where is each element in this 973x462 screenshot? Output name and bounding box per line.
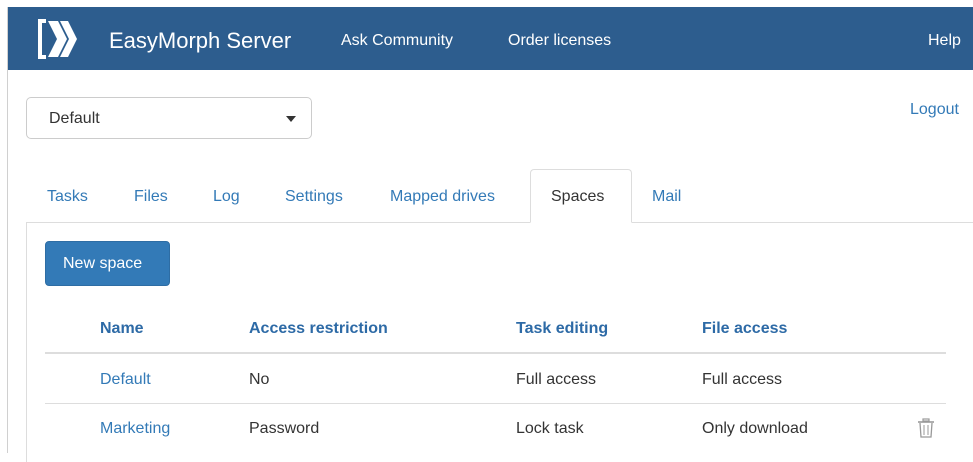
top-navbar: EasyMorph Server Ask Community Order lic…: [8, 7, 973, 70]
tab-spaces[interactable]: Spaces: [530, 169, 632, 223]
tab-mapped-drives[interactable]: Mapped drives: [390, 187, 495, 207]
table-row-divider: [45, 403, 946, 404]
table-row-default-task-editing: Full access: [516, 371, 597, 388]
table-row-default-name[interactable]: Default: [100, 370, 151, 390]
tab-log[interactable]: Log: [213, 187, 240, 207]
left-border: [7, 7, 8, 453]
chevron-down-icon: [286, 116, 296, 122]
new-space-button[interactable]: New space: [45, 241, 170, 286]
table-row-marketing-file-access: Only download: [702, 420, 808, 437]
table-header-divider: [45, 352, 946, 354]
nav-help[interactable]: Help: [928, 31, 961, 51]
tab-mail[interactable]: Mail: [652, 187, 681, 207]
tab-files[interactable]: Files: [134, 187, 168, 207]
table-row-marketing-access: Password: [249, 420, 320, 437]
tab-spaces-label: Spaces: [551, 188, 605, 205]
nav-ask-community[interactable]: Ask Community: [341, 31, 453, 51]
table-row-default-file-access: Full access: [702, 371, 783, 388]
table-row-marketing-task-editing: Lock task: [516, 420, 584, 437]
tab-settings[interactable]: Settings: [285, 187, 343, 207]
nav-order-licenses[interactable]: Order licenses: [508, 31, 611, 51]
column-header-file-access[interactable]: File access: [702, 319, 787, 339]
column-header-task-editing[interactable]: Task editing: [516, 319, 608, 339]
brand-title[interactable]: EasyMorph Server: [109, 28, 291, 54]
easymorph-logo-icon[interactable]: [36, 17, 78, 61]
space-selector-value: Default: [49, 110, 100, 127]
table-row-default-access: No: [249, 371, 270, 388]
logout-link[interactable]: Logout: [910, 100, 959, 120]
table-row-marketing-name[interactable]: Marketing: [100, 419, 170, 439]
column-header-access-restriction[interactable]: Access restriction: [249, 319, 388, 339]
tab-tasks[interactable]: Tasks: [47, 187, 88, 207]
trash-icon[interactable]: [917, 418, 935, 438]
new-space-label: New space: [63, 255, 143, 272]
column-header-name[interactable]: Name: [100, 319, 144, 339]
space-selector[interactable]: Default: [26, 97, 312, 139]
